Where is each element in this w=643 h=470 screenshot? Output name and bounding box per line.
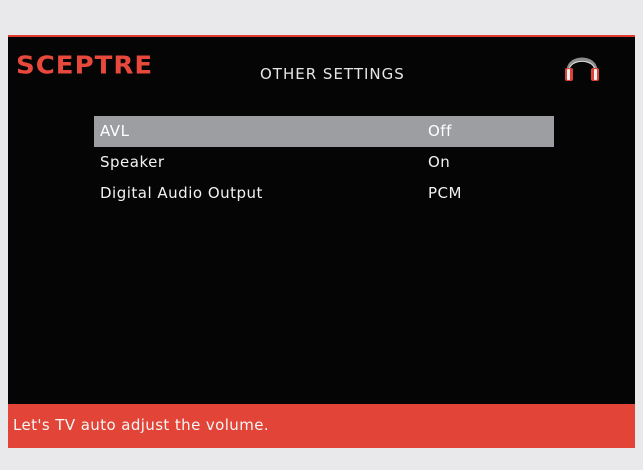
menu-item-digital-audio-output[interactable]: Digital Audio Output PCM [94,178,554,209]
menu-item-label: AVL [100,122,130,140]
top-divider [8,35,635,37]
menu-item-value: PCM [428,184,462,202]
tv-osd-screen: SCEPTRE OTHER SETTINGS AVL Off Speaker O… [8,35,635,448]
settings-menu: AVL Off Speaker On Digital Audio Output … [94,116,554,209]
menu-title: OTHER SETTINGS [260,65,405,83]
menu-item-speaker[interactable]: Speaker On [94,147,554,178]
menu-item-label: Digital Audio Output [100,184,263,202]
sceptre-logo: SCEPTRE [16,51,154,81]
menu-item-label: Speaker [100,153,165,171]
help-text: Let's TV auto adjust the volume. [13,416,270,434]
menu-item-avl[interactable]: AVL Off [94,116,554,147]
help-bar: Let's TV auto adjust the volume. [8,404,635,448]
menu-item-value: On [428,153,451,171]
headphone-icon [565,57,599,81]
menu-item-value: Off [428,122,452,140]
